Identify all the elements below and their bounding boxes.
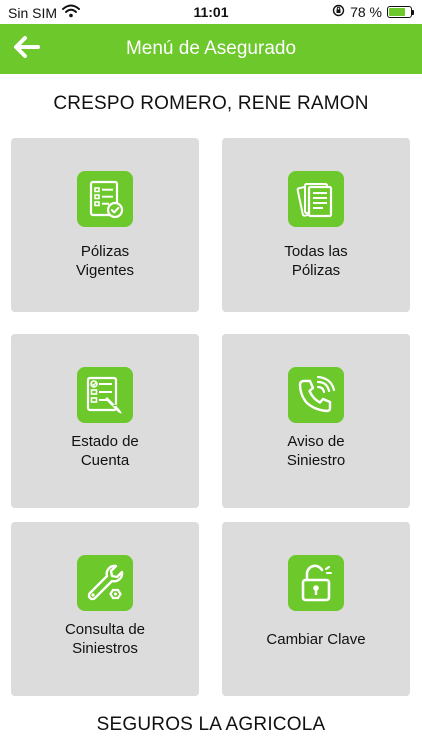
battery-percent: 78 % (350, 4, 382, 20)
tile-label: Todas las Pólizas (284, 243, 348, 279)
status-right: 78 % (332, 4, 414, 20)
documents-stack-icon (288, 171, 344, 227)
unlock-icon (288, 555, 344, 611)
battery-body (387, 6, 412, 18)
app-header: Menú de Asegurado (0, 24, 422, 74)
battery-tip (412, 9, 414, 15)
tile-estado-de-cuenta[interactable]: Estado de Cuenta (11, 334, 199, 508)
checklist-pen-icon (77, 367, 133, 423)
tile-label: Aviso de Siniestro (286, 433, 346, 469)
document-check-icon (77, 171, 133, 227)
phone-call-icon (288, 367, 344, 423)
page-title: Menú de Asegurado (125, 38, 297, 59)
tile-consulta-de-siniestros[interactable]: Consulta de Siniestros (11, 522, 199, 696)
orientation-lock-icon (332, 4, 345, 20)
tile-label: Consulta de Siniestros (64, 621, 146, 657)
tile-label: Pólizas Vigentes (75, 243, 135, 279)
tile-label: Cambiar Clave (266, 631, 366, 648)
insured-name: CRESPO ROMERO, RENE RAMON (53, 93, 369, 114)
tile-label: Estado de Cuenta (71, 433, 139, 469)
battery-fill (389, 8, 405, 16)
tile-polizas-vigentes[interactable]: Pólizas Vigentes (11, 138, 199, 312)
status-bar: Sin SIM 11:01 78 % (0, 0, 422, 24)
tile-cambiar-clave[interactable]: Cambiar Clave (222, 522, 410, 696)
tile-todas-las-polizas[interactable]: Todas las Pólizas (222, 138, 410, 312)
battery-icon (387, 6, 414, 18)
footer-brand: SEGUROS LA AGRICOLA (96, 714, 326, 735)
tile-aviso-de-siniestro[interactable]: Aviso de Siniestro (222, 334, 410, 508)
wrench-icon (77, 555, 133, 611)
